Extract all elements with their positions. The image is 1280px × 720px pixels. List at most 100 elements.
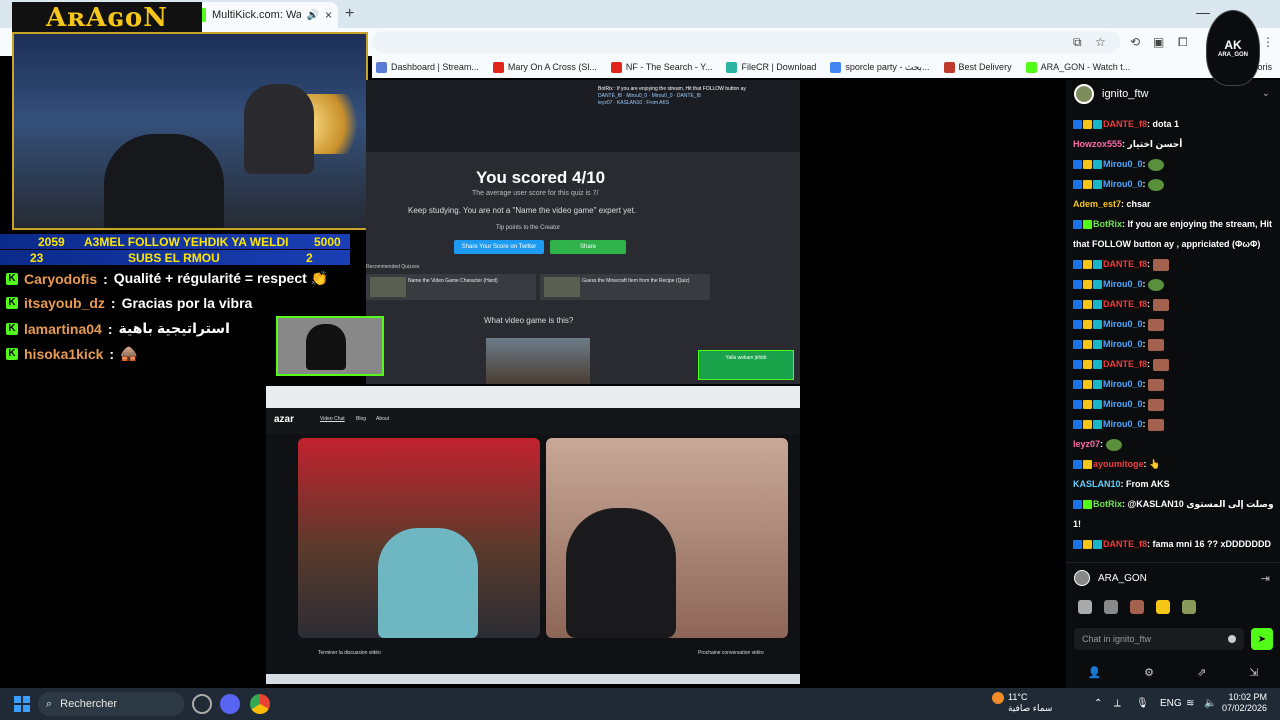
badge-icon xyxy=(1083,320,1092,330)
badge-icon xyxy=(1093,160,1102,170)
azar-capture: azar Video Chat Blog About Terminer la d… xyxy=(266,386,800,684)
chevron-down-icon[interactable]: ⌄ xyxy=(1262,88,1270,99)
wifi-icon[interactable]: ≋ xyxy=(1186,698,1194,709)
quiz-keep-studying: Keep studying. You are not a "Name the v… xyxy=(408,206,637,215)
badge-icon xyxy=(1073,360,1082,370)
network-icon[interactable]: ⟂ xyxy=(1114,698,1121,709)
emote-5[interactable] xyxy=(1182,600,1196,614)
bookmark-star-icon[interactable]: ☆ xyxy=(1095,35,1106,49)
badge-icon xyxy=(1083,400,1092,410)
badge-icon xyxy=(1083,260,1092,270)
badge-icon xyxy=(1083,380,1092,390)
tab-title: MultiKick.com: Watch Multi xyxy=(212,9,301,21)
badge-icon xyxy=(1083,120,1092,130)
next-call-label[interactable]: Prochaine conversation vidéo xyxy=(698,650,764,656)
badge-icon xyxy=(1083,220,1092,230)
windows-start-icon[interactable] xyxy=(14,696,30,712)
bookmark-item[interactable]: Best Delivery xyxy=(943,61,1012,73)
badge-icon xyxy=(1073,380,1082,390)
menu-icon[interactable]: ⋮ xyxy=(1262,35,1274,49)
address-bar[interactable] xyxy=(372,31,1120,53)
badge-icon xyxy=(1073,320,1082,330)
chrome-icon[interactable] xyxy=(250,694,270,714)
settings-icon[interactable]: ⚙ xyxy=(1144,666,1154,679)
quiz-tip[interactable]: Tip points to the Creator xyxy=(496,225,560,231)
add-user-icon[interactable]: 👤 xyxy=(1087,666,1101,679)
close-tab-icon[interactable]: × xyxy=(325,8,332,22)
azar-nav-blog[interactable]: Blog xyxy=(356,416,366,422)
emote-1[interactable] xyxy=(1078,600,1092,614)
app-icon[interactable] xyxy=(192,694,212,714)
bookmark-item[interactable]: FileCR | Download xyxy=(726,61,816,73)
chat-message: leyz07: xyxy=(1073,434,1277,454)
end-call-label[interactable]: Terminer la discussion vidéo xyxy=(318,650,381,656)
weather-widget[interactable]: 11°C سماء صافية xyxy=(992,692,1052,714)
badge-icon xyxy=(1093,340,1102,350)
azar-video-left xyxy=(298,438,540,638)
clock[interactable]: 10:02 PM 07/02/2026 xyxy=(1222,692,1267,714)
chat-message: Mirou0_0: xyxy=(1073,334,1277,354)
badge-icon xyxy=(1093,380,1102,390)
follow-goal-label: A3MEL FOLLOW YEHDIK YA WELDI xyxy=(84,234,289,249)
translate-icon[interactable]: ⧉ xyxy=(1073,35,1082,50)
bookmark-icon xyxy=(943,61,955,73)
quiz-question: What video game is this? xyxy=(484,316,574,325)
extension-icon[interactable]: ⟲ xyxy=(1130,35,1140,49)
search-icon: ⌕ xyxy=(46,697,53,710)
logout-icon[interactable]: ⇥ xyxy=(1261,572,1270,585)
rec-quiz-1[interactable]: Name the Video Game Character (Hard) xyxy=(366,274,536,300)
chat-input[interactable]: Chat in ignito_ftw xyxy=(1074,628,1244,650)
badge-icon xyxy=(1083,180,1092,190)
emote-icon xyxy=(1148,318,1165,331)
bookmark-item[interactable]: Mary On A Cross (Sl... xyxy=(492,61,597,73)
share-button[interactable]: Share xyxy=(550,240,626,254)
badge-icon xyxy=(1073,420,1082,430)
emote-4[interactable] xyxy=(1156,600,1170,614)
rec-quiz-2[interactable]: Guess the Minecraft Item from the Recipe… xyxy=(540,274,710,300)
screen: MultiKick.com: Watch Multi 🔊 × + — ⧉ ☆ ⟲… xyxy=(0,0,1280,720)
azar-nav-video[interactable]: Video Chat xyxy=(320,416,345,422)
taskbar-search[interactable]: ⌕ Rechercher xyxy=(38,692,184,716)
minimize-icon[interactable]: — xyxy=(1196,4,1210,20)
badge-icon xyxy=(1073,300,1082,310)
chat-message: that FOLLOW button ay , appriciated (ΦωΦ… xyxy=(1073,239,1261,249)
mic-icon[interactable]: 🎙 xyxy=(1136,698,1149,709)
badge-icon xyxy=(1083,360,1092,370)
streamer-webcam xyxy=(12,32,368,230)
bookmark-overflow[interactable]: oris xyxy=(1257,62,1280,72)
emote-3[interactable] xyxy=(1130,600,1144,614)
badge-icon xyxy=(1083,340,1092,350)
volume-icon[interactable]: 🔈 xyxy=(1204,698,1216,709)
new-tab-button[interactable]: + xyxy=(345,5,354,23)
emote-icon xyxy=(1148,398,1165,411)
send-button[interactable]: ➤ xyxy=(1251,628,1273,650)
bookmark-item[interactable]: sporcle party - بحث... xyxy=(830,61,930,73)
azar-nav-about[interactable]: About xyxy=(376,416,389,422)
badge-icon xyxy=(1093,260,1102,270)
emote-2[interactable] xyxy=(1104,600,1118,614)
badge-icon xyxy=(1093,320,1102,330)
popout-icon[interactable]: ⇗ xyxy=(1197,666,1206,679)
bookmark-item[interactable]: Dashboard | Stream... xyxy=(376,61,479,73)
exit-icon[interactable]: ⇲ xyxy=(1249,666,1258,679)
badge-icon xyxy=(1093,180,1102,190)
chat-message: BotRix: If you are enjoying the stream, … xyxy=(1073,214,1277,234)
bookmark-item[interactable]: ARA_GON - Watch t... xyxy=(1025,61,1130,73)
screenshot-icon[interactable]: ▣ xyxy=(1153,35,1164,49)
browser-tab[interactable]: MultiKick.com: Watch Multi 🔊 × xyxy=(186,2,338,28)
chat-message: KASLAN10: From AKS xyxy=(1073,479,1170,489)
puzzle-icon[interactable]: ⧠ xyxy=(1178,35,1188,50)
badge-icon xyxy=(1083,160,1092,170)
tray-chevron-icon[interactable]: ⌃ xyxy=(1094,698,1102,709)
share-twitter-button[interactable]: Share Your Score on Twitter xyxy=(454,240,544,254)
emote-icon xyxy=(1148,178,1165,191)
audio-icon[interactable]: 🔊 xyxy=(307,10,319,21)
small-webcam xyxy=(276,316,384,376)
chat-message: Mirou0_0: xyxy=(1073,154,1277,174)
bookmark-item[interactable]: NF - The Search - Y... xyxy=(610,61,712,73)
overlay-chat-line: Khisoka1kick : 🛖 xyxy=(6,345,138,362)
discord-icon[interactable] xyxy=(220,694,240,714)
emoji-icon[interactable] xyxy=(1228,635,1236,643)
kick-badge-icon: K xyxy=(6,272,18,285)
language-indicator[interactable]: ENG xyxy=(1160,698,1182,709)
